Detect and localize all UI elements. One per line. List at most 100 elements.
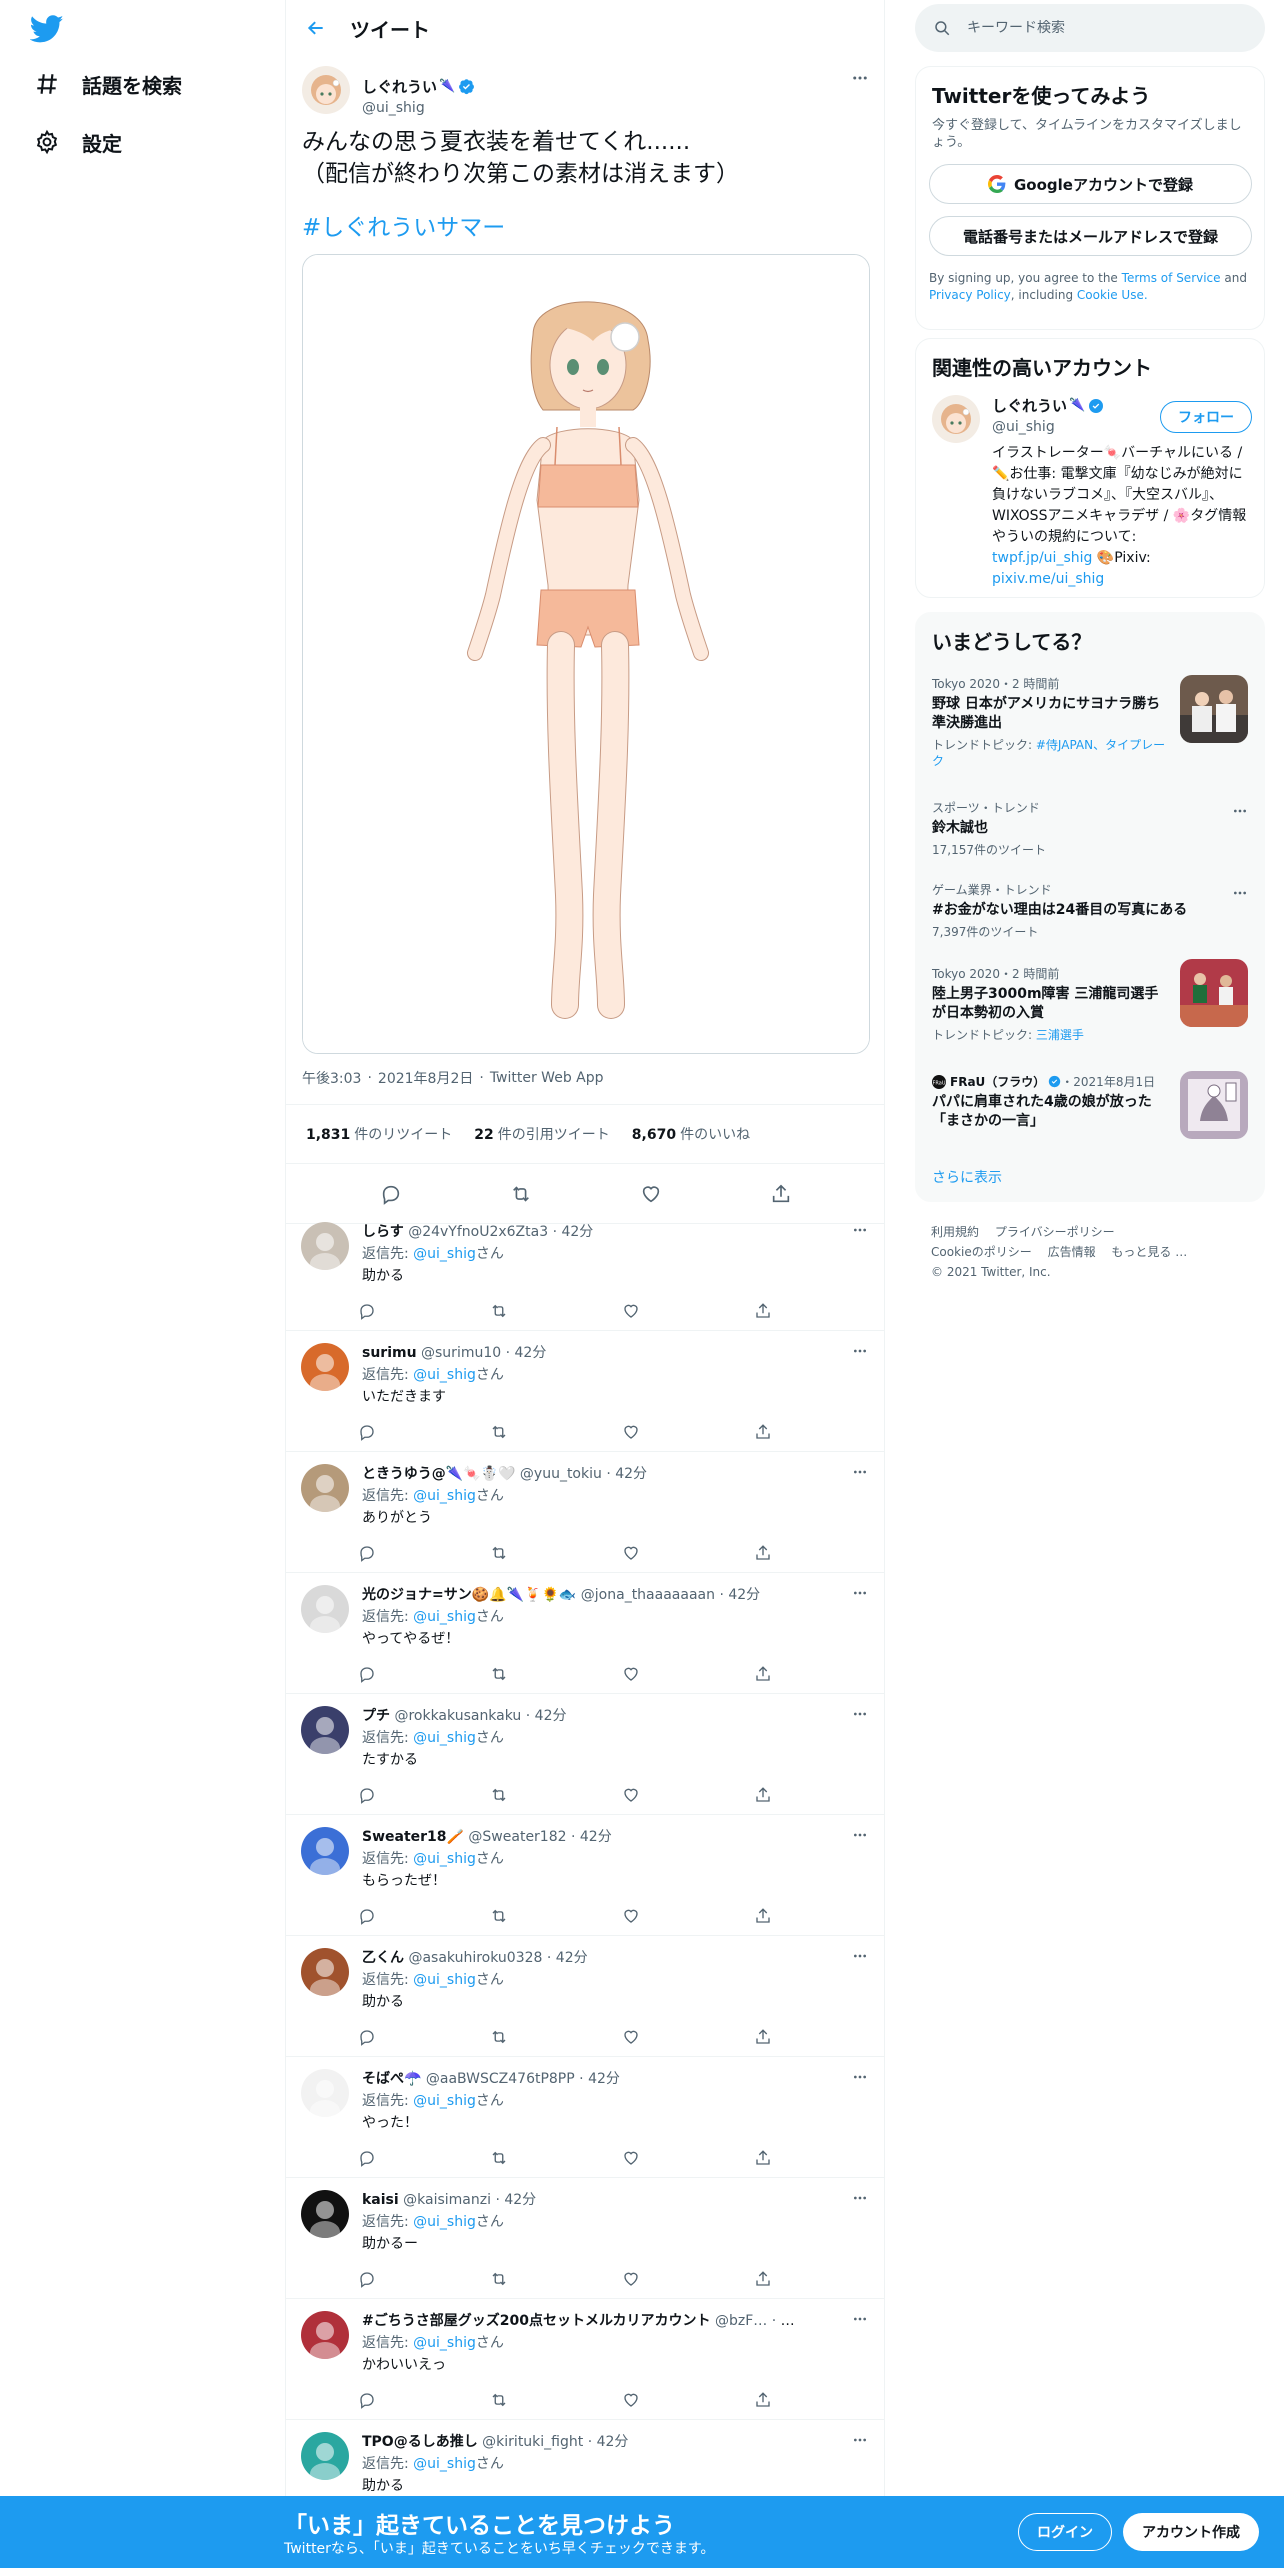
login-button[interactable]: ログイン: [1018, 2513, 1112, 2551]
share-icon[interactable]: [746, 2141, 780, 2175]
back-arrow-icon[interactable]: [288, 0, 344, 56]
reply-to-handle[interactable]: @ui_shig: [413, 2456, 476, 2472]
more-options-icon[interactable]: [848, 2428, 872, 2452]
bio-link-twpf[interactable]: twpf.jp/ui_shig: [992, 550, 1092, 566]
avatar[interactable]: [932, 395, 980, 443]
trend-source[interactable]: FRaU（フラウ）: [950, 1073, 1045, 1090]
retweet-icon[interactable]: [482, 1778, 516, 1812]
reply-tweet[interactable]: #ごちうさ部屋グッズ200点セットメルカリアカウント @bzF… · 42分 返…: [286, 2299, 884, 2420]
reply-to-handle[interactable]: @ui_shig: [413, 2214, 476, 2230]
reply-author-name[interactable]: TPO@るしあ推し: [362, 2434, 478, 2450]
reply-to-handle[interactable]: @ui_shig: [413, 1851, 476, 1867]
reply-tweet[interactable]: 光のジョナ=サン🍪🔔🌂🍹🌻🐟 @jona_thaaaaaaan · 42分 返信…: [286, 1573, 884, 1694]
like-icon[interactable]: [614, 2262, 648, 2296]
reply-icon[interactable]: [350, 2020, 384, 2054]
more-options-icon[interactable]: [848, 2186, 872, 2210]
reply-time[interactable]: 42分: [597, 2434, 629, 2450]
more-options-icon[interactable]: [848, 1218, 872, 1242]
more-options-icon[interactable]: [848, 2065, 872, 2089]
reply-tweet[interactable]: kaisi @kaisimanzi · 42分 返信先: @ui_shigさん …: [286, 2178, 884, 2299]
reply-time[interactable]: 42分: [556, 1950, 588, 1966]
reply-tweet[interactable]: そばぺ☂️ @aaBWSCZ476tP8PP · 42分 返信先: @ui_sh…: [286, 2057, 884, 2178]
trend-item[interactable]: FRaU FRaU（フラウ） ・2021年8月1日 パパに肩車された4歳の娘が放…: [916, 1071, 1264, 1157]
nav-item-settings[interactable]: 設定: [30, 122, 122, 162]
reply-author-name[interactable]: ときうゆう@🌂🍬☃️🤍: [362, 1466, 515, 1482]
reply-icon[interactable]: [373, 1176, 409, 1212]
reply-to-handle[interactable]: @ui_shig: [413, 1730, 476, 1746]
reply-to-handle[interactable]: @ui_shig: [413, 1246, 476, 1262]
comic-thumbnail[interactable]: [1180, 1071, 1248, 1139]
reply-icon[interactable]: [350, 2141, 384, 2175]
tweet-source[interactable]: Twitter Web App: [490, 1070, 604, 1086]
reply-author-name[interactable]: しらす: [362, 1224, 404, 1240]
reply-to-handle[interactable]: @ui_shig: [413, 1488, 476, 1504]
reply-to-handle[interactable]: @ui_shig: [413, 1972, 476, 1988]
avatar[interactable]: [301, 1706, 349, 1754]
footer-link[interactable]: Cookieのポリシー: [931, 1245, 1032, 1259]
reply-icon[interactable]: [350, 1778, 384, 1812]
tweet-date[interactable]: 2021年8月2日: [378, 1068, 473, 1088]
reply-author-name[interactable]: そばぺ☂️: [362, 2071, 421, 2087]
cookie-link[interactable]: Cookie Use.: [1077, 288, 1148, 302]
footer-link[interactable]: 広告情報: [1048, 1245, 1096, 1259]
like-icon[interactable]: [614, 1657, 648, 1691]
reply-icon[interactable]: [350, 1899, 384, 1933]
avatar[interactable]: [301, 2190, 349, 2238]
follow-button[interactable]: フォロー: [1160, 401, 1252, 433]
phone-email-signup-button[interactable]: 電話番号またはメールアドレスで登録: [929, 216, 1252, 256]
share-icon[interactable]: [746, 1536, 780, 1570]
reply-author-handle[interactable]: @bzF…: [715, 2313, 767, 2329]
twitter-logo-icon[interactable]: [29, 12, 64, 46]
more-options-icon[interactable]: [1228, 799, 1252, 823]
reply-icon[interactable]: [350, 1294, 384, 1328]
reply-tweet[interactable]: しらす @24vYfnoU2x6Zta3 · 42分 返信先: @ui_shig…: [286, 1210, 884, 1331]
retweets-stat[interactable]: 1,831 件のリツイート: [306, 1124, 452, 1144]
tweet-author[interactable]: しぐれうい 🌂 @ui_shig: [302, 66, 475, 116]
reply-author-name[interactable]: #ごちうさ部屋グッズ200点セットメルカリアカウント: [362, 2313, 711, 2329]
reply-time[interactable]: 42分: [728, 1587, 760, 1603]
avatar[interactable]: [301, 2069, 349, 2117]
retweet-icon[interactable]: [503, 1176, 539, 1212]
like-icon[interactable]: [614, 1415, 648, 1449]
more-options-icon[interactable]: [848, 1339, 872, 1363]
reply-author-handle[interactable]: @kaisimanzi: [403, 2192, 491, 2208]
like-icon[interactable]: [614, 1294, 648, 1328]
reply-time[interactable]: 42分: [504, 2192, 536, 2208]
share-icon[interactable]: [746, 1899, 780, 1933]
reply-icon[interactable]: [350, 1536, 384, 1570]
trend-item[interactable]: Tokyo 2020・2 時間前 野球 日本がアメリカにサヨナラ勝ち 準決勝進出…: [916, 675, 1264, 793]
reply-to-handle[interactable]: @ui_shig: [413, 1609, 476, 1625]
share-icon[interactable]: [746, 2262, 780, 2296]
avatar[interactable]: [301, 1948, 349, 1996]
reply-icon[interactable]: [350, 1415, 384, 1449]
reply-tweet[interactable]: 乙くん @asakuhiroku0328 · 42分 返信先: @ui_shig…: [286, 1936, 884, 2057]
reply-author-name[interactable]: プチ: [362, 1708, 390, 1724]
reply-tweet[interactable]: Sweater18🪥 @Sweater182 · 42分 返信先: @ui_sh…: [286, 1815, 884, 1936]
reply-time[interactable]: 42分: [588, 2071, 620, 2087]
retweet-icon[interactable]: [482, 1536, 516, 1570]
tweet-image[interactable]: [302, 254, 870, 1054]
more-options-icon[interactable]: [848, 1702, 872, 1726]
reply-time[interactable]: 42分: [781, 2313, 802, 2329]
avatar[interactable]: [301, 2432, 349, 2480]
retweet-icon[interactable]: [482, 2262, 516, 2296]
reply-author-name[interactable]: Sweater18🪥: [362, 1829, 464, 1845]
more-options-icon[interactable]: [848, 66, 872, 90]
like-icon[interactable]: [614, 1778, 648, 1812]
avatar[interactable]: [301, 1827, 349, 1875]
related-name[interactable]: しぐれうい: [992, 395, 1067, 416]
reply-time[interactable]: 42分: [515, 1345, 547, 1361]
tweet-time[interactable]: 午後3:03: [302, 1068, 361, 1088]
reply-author-handle[interactable]: @asakuhiroku0328: [408, 1950, 542, 1966]
share-icon[interactable]: [746, 2383, 780, 2417]
reply-author-handle[interactable]: @yuu_tokiu: [520, 1466, 602, 1482]
footer-link[interactable]: プライバシーポリシー: [995, 1225, 1115, 1239]
reply-icon[interactable]: [350, 2262, 384, 2296]
reply-author-name[interactable]: surimu: [362, 1345, 417, 1361]
avatar[interactable]: [301, 1222, 349, 1270]
avatar[interactable]: [301, 1343, 349, 1391]
author-handle[interactable]: @ui_shig: [362, 100, 475, 116]
reply-author-handle[interactable]: @Sweater182: [468, 1829, 566, 1845]
share-icon[interactable]: [746, 1657, 780, 1691]
avatar[interactable]: [301, 1464, 349, 1512]
